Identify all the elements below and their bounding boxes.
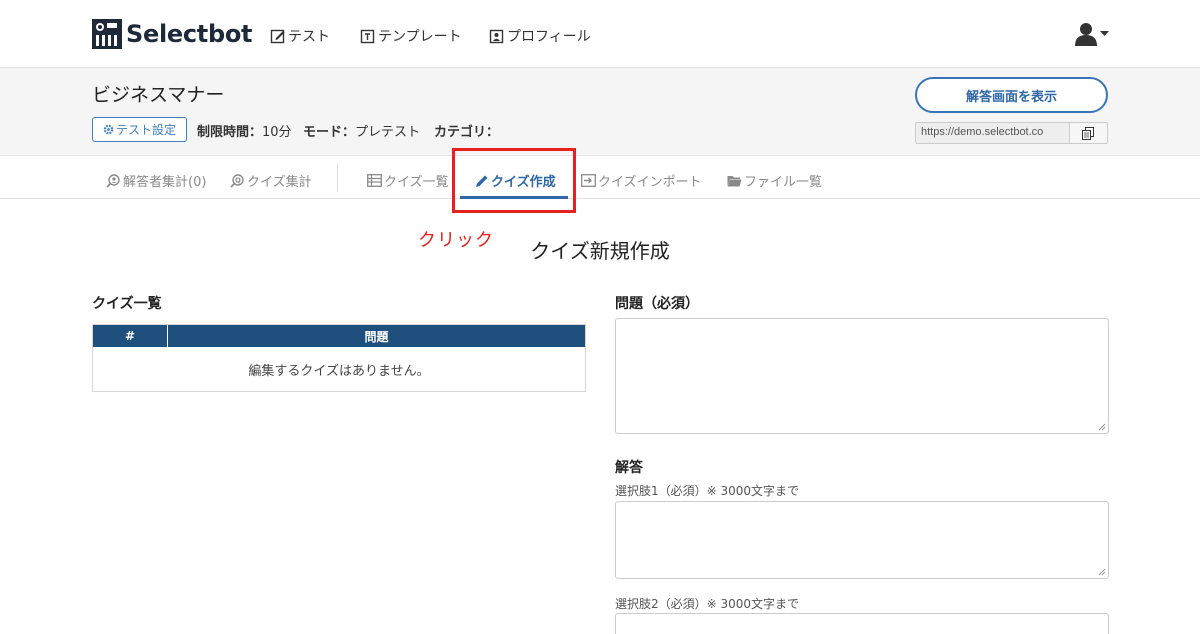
choice2-label: 選択肢2（必須）※ 3000文字まで	[615, 597, 800, 611]
quiz-list-heading: クイズ一覧	[92, 296, 162, 312]
tab-quiz-summary[interactable]: Q クイズ集計	[230, 171, 312, 190]
profile-icon	[489, 29, 504, 44]
choice1-textarea[interactable]	[615, 501, 1109, 579]
test-settings-button[interactable]: テスト設定	[92, 117, 187, 142]
tab-file-list-label: ファイル一覧	[744, 175, 823, 190]
svg-text:Q: Q	[235, 176, 241, 184]
nav-profile[interactable]: プロフィール	[489, 26, 591, 46]
import-icon	[581, 174, 596, 187]
nav-test[interactable]: テスト	[270, 26, 330, 46]
column-header-question: 問題	[364, 329, 389, 344]
category-label: カテゴリ：	[434, 125, 500, 140]
page-title: ビジネスマナー	[92, 84, 225, 106]
time-limit-value: 10分	[262, 125, 292, 140]
resize-handle-icon[interactable]	[1098, 423, 1106, 431]
tab-quiz-import[interactable]: クイズインポート	[581, 171, 702, 190]
tab-quiz-import-label: クイズインポート	[598, 175, 702, 190]
edit-icon	[270, 29, 285, 44]
folder-icon	[727, 175, 742, 186]
tab-responder-summary-label: 解答者集計(0)	[123, 175, 207, 190]
copy-url-button[interactable]	[1070, 122, 1108, 144]
time-limit-label: 制限時間：	[197, 125, 263, 140]
selectbot-logo-icon	[92, 19, 122, 49]
user-menu[interactable]	[1074, 22, 1109, 46]
answers-label: 解答	[615, 460, 643, 476]
tab-divider	[337, 164, 338, 192]
tab-quiz-list[interactable]: クイズ一覧	[367, 171, 449, 190]
user-icon	[1075, 23, 1097, 46]
tab-quiz-list-label: クイズ一覧	[384, 175, 449, 190]
main-title: クイズ新規作成	[530, 239, 670, 263]
question-label: 問題（必須）	[615, 296, 699, 312]
resize-handle-icon[interactable]	[1098, 568, 1106, 576]
nav-test-label: テスト	[288, 29, 330, 45]
empty-message: 編集するクイズはありません。	[248, 363, 430, 379]
test-settings-label: テスト設定	[115, 123, 176, 137]
mode-label: モード：	[303, 125, 356, 140]
tab-responder-summary[interactable]: 解答者集計(0)	[106, 171, 206, 190]
test-url-field[interactable]: https://demo.selectbot.co	[915, 122, 1070, 144]
column-header-number: #	[93, 325, 168, 347]
tab-quiz-summary-label: クイズ集計	[247, 175, 312, 190]
copy-icon	[1082, 126, 1094, 140]
person-search-icon	[106, 173, 120, 188]
logo-text: Selectbot	[126, 20, 253, 48]
click-highlight-box	[452, 148, 576, 213]
show-answer-screen-button[interactable]: 解答画面を表示	[915, 77, 1108, 113]
quiz-search-icon: Q	[230, 173, 244, 188]
nav-template-label: テンプレート	[378, 29, 462, 45]
tab-file-list[interactable]: ファイル一覧	[727, 171, 822, 190]
time-limit: 制限時間：10分	[197, 121, 292, 140]
mode: モード：プレテスト	[303, 121, 420, 140]
caret-down-icon	[1100, 31, 1109, 36]
choice2-textarea[interactable]	[615, 613, 1109, 634]
quiz-table-header: # 問題	[93, 325, 585, 347]
question-textarea[interactable]	[615, 318, 1109, 434]
template-icon	[360, 29, 375, 44]
nav-template[interactable]: テンプレート	[360, 26, 462, 46]
mode-value: プレテスト	[355, 125, 421, 140]
nav-profile-label: プロフィール	[507, 29, 591, 45]
quiz-table: # 問題 編集するクイズはありません。	[92, 324, 586, 392]
category: カテゴリ：	[434, 121, 499, 140]
logo[interactable]: Selectbot	[92, 19, 253, 49]
choice1-label: 選択肢1（必須）※ 3000文字まで	[615, 484, 800, 498]
gear-icon	[103, 124, 114, 135]
list-icon	[367, 174, 382, 187]
